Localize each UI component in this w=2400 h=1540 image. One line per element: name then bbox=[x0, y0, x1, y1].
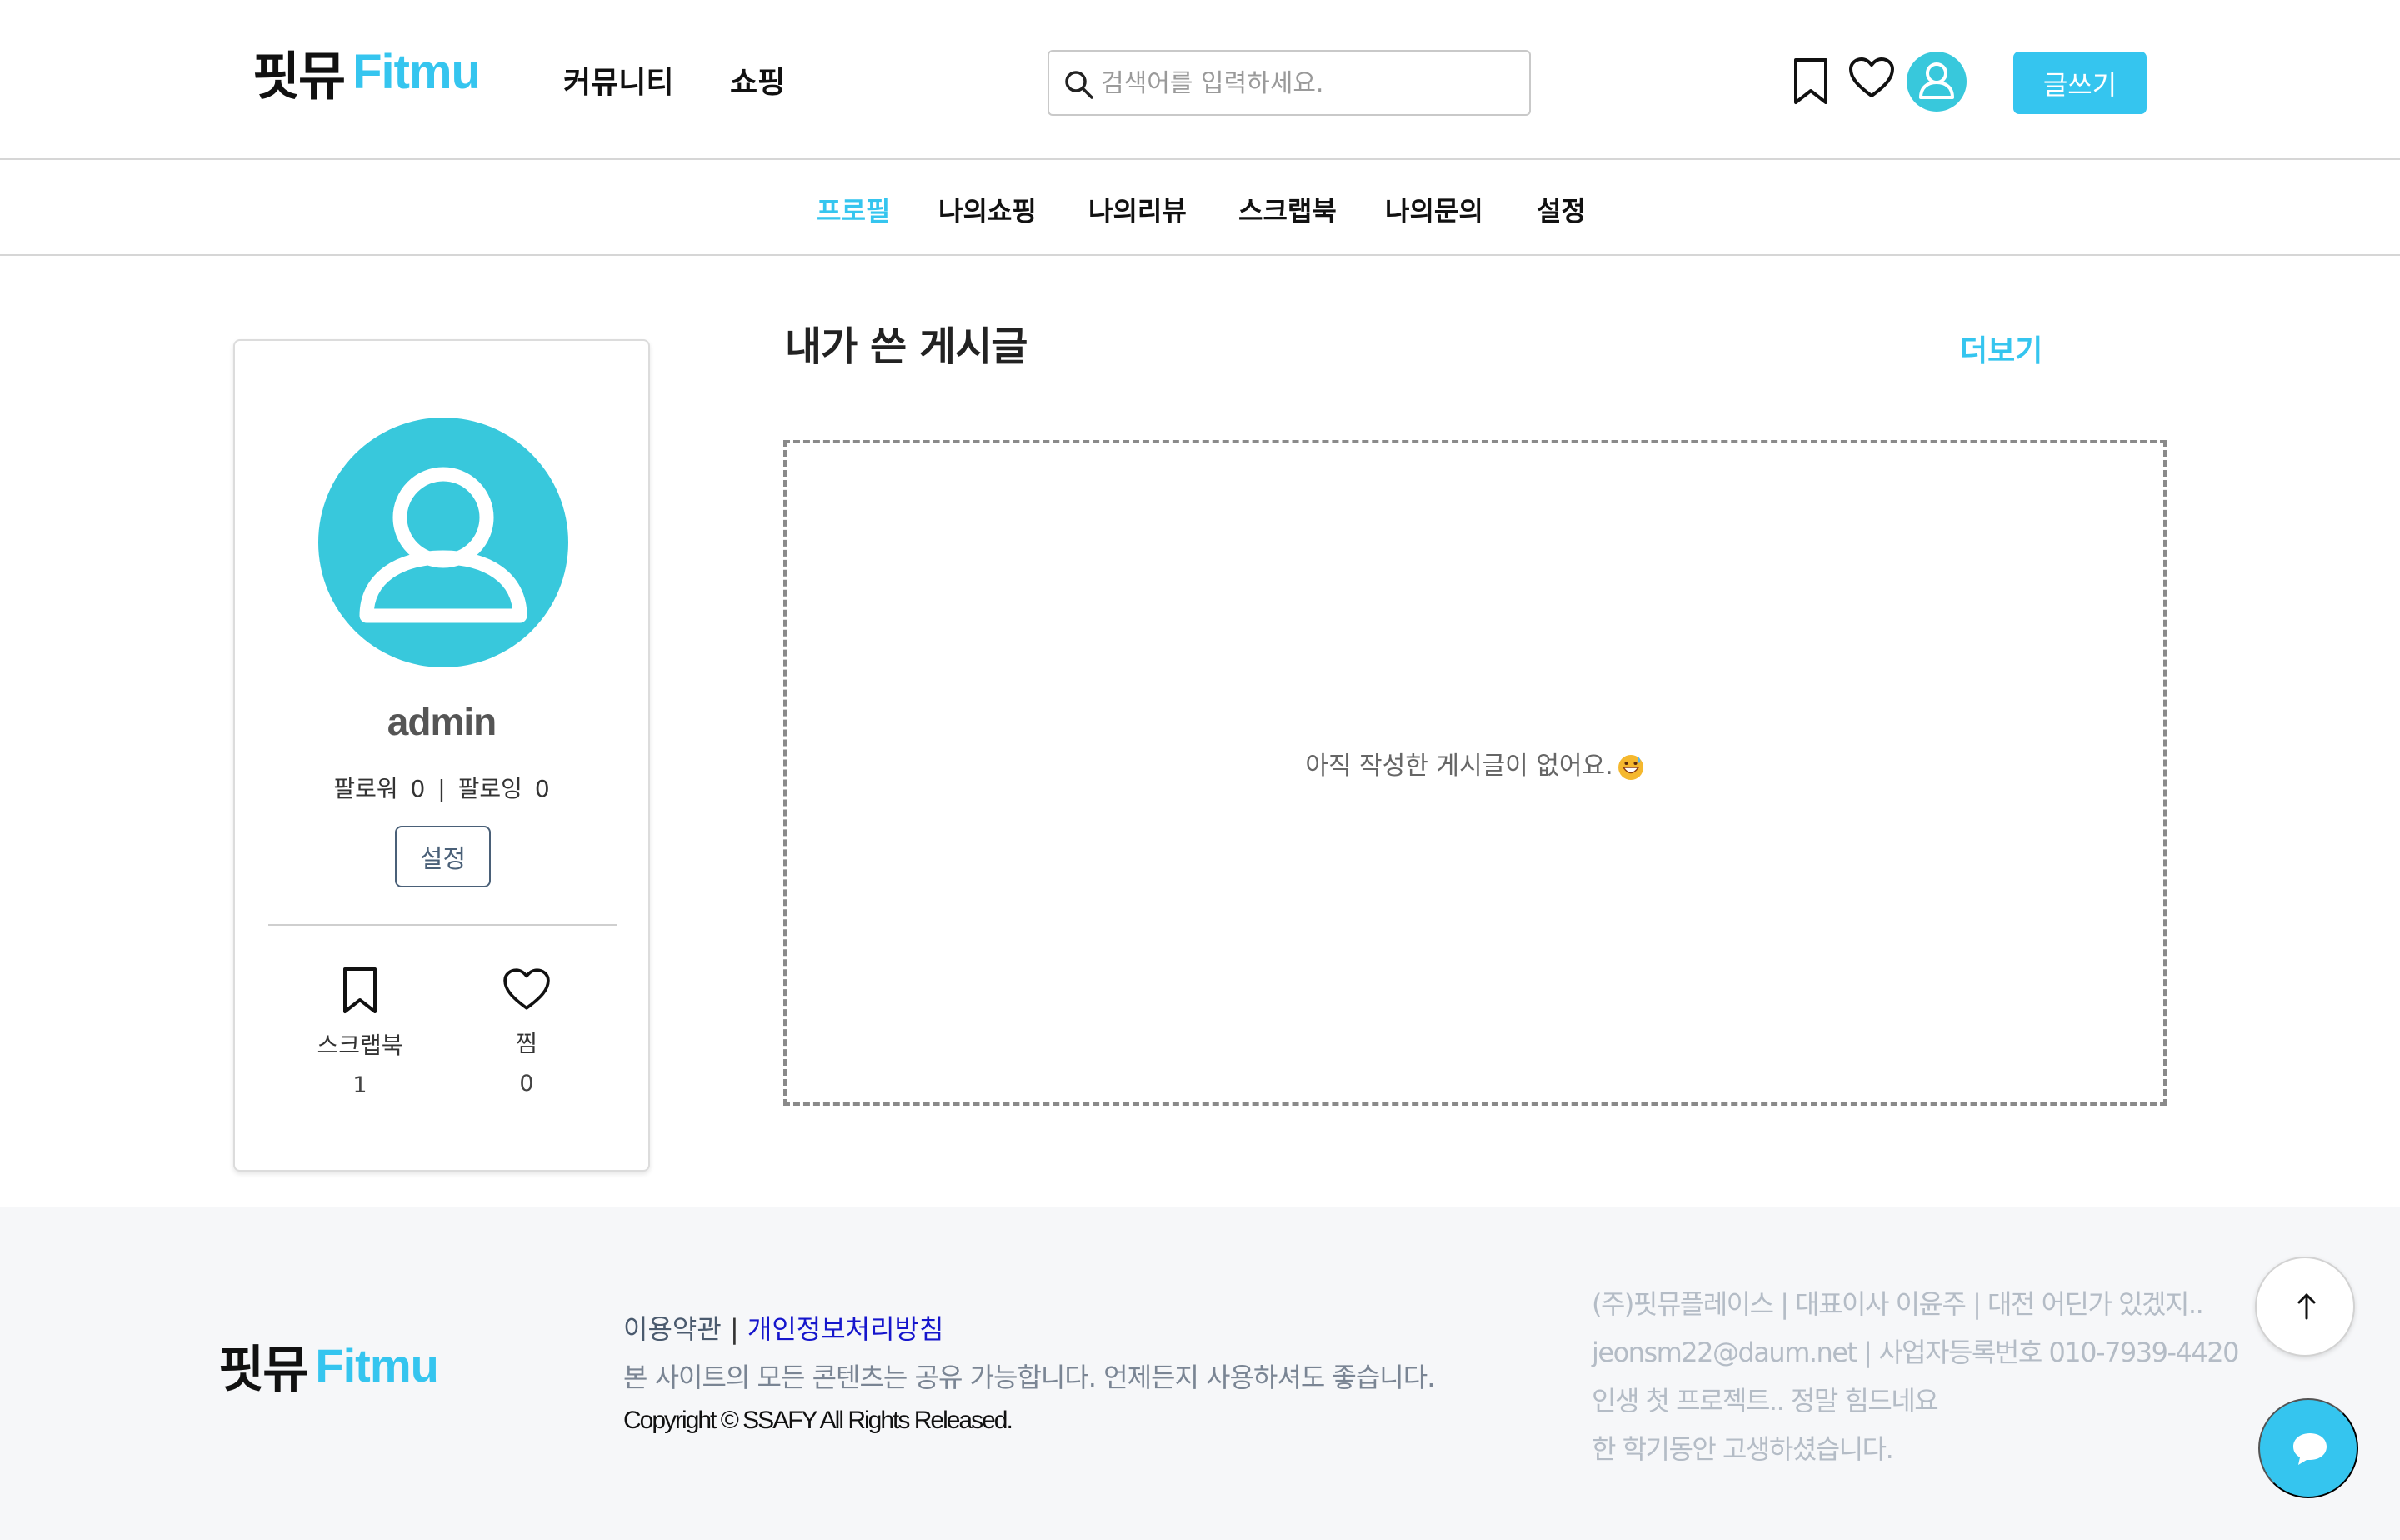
footer-links-separator: | bbox=[721, 1313, 748, 1345]
grinning-sweat-emoji-icon bbox=[1618, 754, 1643, 780]
follow-stats: 팔로워 0 | 팔로잉 0 bbox=[235, 771, 648, 804]
more-link[interactable]: 더보기 bbox=[1960, 327, 2042, 370]
site-logo[interactable]: 핏뮤 Fitmu bbox=[252, 38, 481, 108]
profile-setting-button[interactable]: 설정 bbox=[395, 826, 491, 888]
card-divider bbox=[268, 924, 617, 926]
stat-scrapbook[interactable]: 스크랩북 1 bbox=[302, 966, 418, 1098]
tab-my-review[interactable]: 나의리뷰 bbox=[1088, 190, 1187, 228]
empty-message-text: 아직 작성한 게시글이 없어요. bbox=[1305, 752, 1613, 781]
chat-button[interactable] bbox=[2258, 1398, 2358, 1498]
tab-my-inquiry[interactable]: 나의문의 bbox=[1385, 190, 1483, 228]
stat-wishlist-count: 0 bbox=[519, 1071, 534, 1097]
heart-icon[interactable] bbox=[1848, 57, 1895, 100]
tab-my-shopping[interactable]: 나의쇼핑 bbox=[938, 190, 1037, 228]
footer-logo-korean: 핏뮤 bbox=[218, 1340, 308, 1399]
follower-label[interactable]: 팔로워 bbox=[333, 775, 398, 802]
privacy-link[interactable]: 개인정보처리방침 bbox=[748, 1313, 944, 1345]
avatar bbox=[318, 418, 568, 668]
mypage-tabs: 프로필 나의쇼핑 나의리뷰 스크랩북 나의문의 설정 bbox=[0, 162, 2400, 256]
footer-logo-english: Fitmu bbox=[315, 1338, 438, 1392]
heart-icon bbox=[503, 968, 550, 1010]
search-box[interactable] bbox=[1048, 50, 1531, 116]
footer-company-line: 한 학기동안 고생하셨습니다. bbox=[1592, 1433, 1894, 1465]
footer-copyright: Copyright © SSAFY All Rights Released. bbox=[623, 1407, 1013, 1434]
tab-profile[interactable]: 프로필 bbox=[817, 190, 890, 228]
tab-settings[interactable]: 설정 bbox=[1537, 190, 1586, 228]
search-icon bbox=[1065, 71, 1093, 99]
posts-empty-box: 아직 작성한 게시글이 없어요. bbox=[783, 440, 2167, 1106]
follow-separator: | bbox=[438, 775, 446, 802]
my-posts-title: 내가 쓴 게시글 bbox=[785, 323, 1028, 370]
nav-community[interactable]: 커뮤니티 bbox=[563, 58, 673, 102]
user-icon bbox=[359, 467, 528, 623]
following-label[interactable]: 팔로잉 bbox=[458, 775, 522, 802]
follower-count[interactable]: 0 bbox=[411, 775, 426, 802]
footer-logo[interactable]: 핏뮤 Fitmu bbox=[218, 1333, 439, 1399]
logo-korean: 핏뮤 bbox=[252, 46, 346, 107]
user-avatar-icon[interactable] bbox=[1907, 52, 1967, 112]
stat-scrapbook-count: 1 bbox=[352, 1072, 368, 1098]
profile-card: admin 팔로워 0 | 팔로잉 0 설정 스크랩북 1 찜 0 bbox=[233, 339, 650, 1172]
profile-username: admin bbox=[387, 700, 497, 743]
site-footer: 핏뮤 Fitmu 이용약관 | 개인정보처리방침 본 사이트의 모든 콘텐츠는 … bbox=[0, 1207, 2400, 1540]
stat-scrapbook-label: 스크랩북 bbox=[317, 1032, 403, 1059]
footer-company-line: 인생 첫 프로젝트.. 정말 힘드네요 bbox=[1592, 1385, 1939, 1417]
scroll-top-button[interactable] bbox=[2255, 1257, 2355, 1357]
footer-links: 이용약관 | 개인정보처리방침 bbox=[623, 1308, 943, 1347]
bookmark-icon[interactable] bbox=[1792, 57, 1830, 107]
tab-scrapbook[interactable]: 스크랩북 bbox=[1238, 190, 1337, 228]
terms-link[interactable]: 이용약관 bbox=[623, 1313, 722, 1345]
stat-wishlist[interactable]: 찜 0 bbox=[468, 966, 585, 1097]
nav-shopping[interactable]: 쇼핑 bbox=[730, 58, 785, 102]
stat-wishlist-label: 찜 bbox=[516, 1030, 538, 1058]
logo-english: Fitmu bbox=[352, 44, 481, 99]
following-count[interactable]: 0 bbox=[535, 775, 550, 802]
chat-bubble-icon bbox=[2293, 1433, 2327, 1465]
footer-notice: 본 사이트의 모든 콘텐츠는 공유 가능합니다. 언제든지 사용하셔도 좋습니다… bbox=[623, 1362, 1435, 1393]
footer-company-line: jeonsm22@daum.net | 사업자등록번호 010-7939-442… bbox=[1592, 1337, 2240, 1368]
search-input[interactable] bbox=[1101, 58, 1518, 108]
footer-company-line: (주)핏뮤플레이스 | 대표이사 이윤주 | 대전 어딘가 있겠지.. bbox=[1592, 1288, 2204, 1320]
empty-message: 아직 작성한 게시글이 없어요. bbox=[787, 745, 2163, 782]
bookmark-icon bbox=[343, 968, 377, 1013]
top-header: 핏뮤 Fitmu 커뮤니티 쇼핑 글쓰기 bbox=[0, 0, 2400, 160]
write-button[interactable]: 글쓰기 bbox=[2013, 52, 2147, 114]
arrow-up-icon bbox=[2298, 1293, 2316, 1320]
